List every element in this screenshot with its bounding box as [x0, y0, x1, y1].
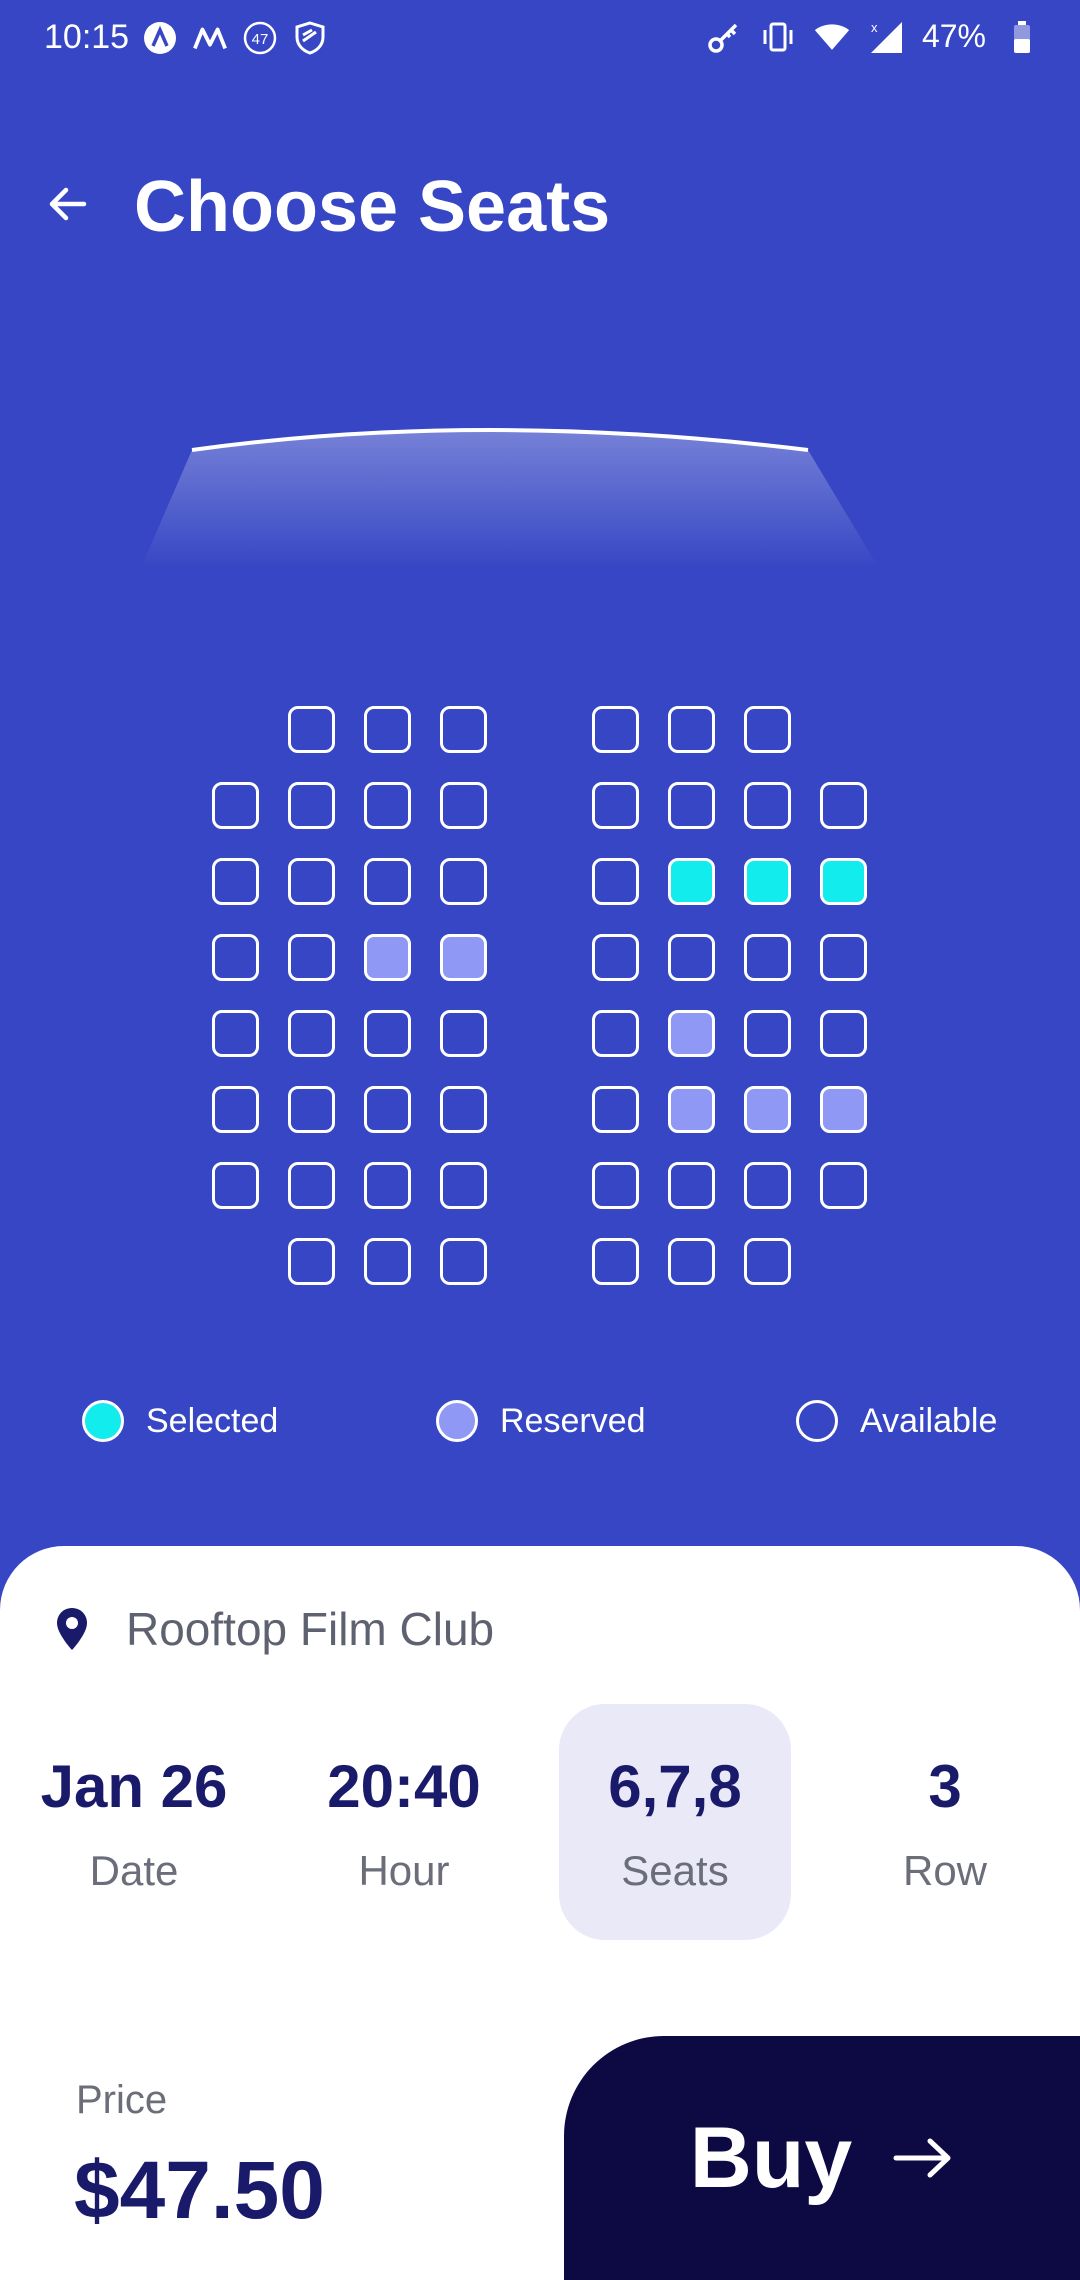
seat-available[interactable]: [212, 1086, 259, 1133]
info-hour-label: Hour: [358, 1847, 450, 1894]
seat-reserved[interactable]: [364, 934, 411, 981]
seat-available[interactable]: [744, 782, 791, 829]
seat-reserved[interactable]: [744, 1086, 791, 1133]
seat-available[interactable]: [364, 1010, 411, 1057]
info-row-label: Row: [902, 1847, 988, 1894]
legend-available: Available: [796, 1400, 997, 1442]
legend-reserved: Reserved: [436, 1400, 646, 1442]
legend-available-dot: [796, 1400, 838, 1442]
legend-available-label: Available: [860, 1401, 998, 1440]
seat-available[interactable]: [668, 782, 715, 829]
booking-summary-sheet: Rooftop Film Club Jan 26 Date 20:40 Hour…: [0, 1546, 1080, 2280]
seat-available[interactable]: [212, 782, 259, 829]
seat-reserved[interactable]: [668, 1086, 715, 1133]
seat-available[interactable]: [364, 782, 411, 829]
seat-available[interactable]: [364, 1238, 411, 1285]
seat-reserved[interactable]: [668, 1010, 715, 1057]
info-date-value: Jan 26: [40, 1753, 228, 1820]
seat-available[interactable]: [288, 706, 335, 753]
seat-available[interactable]: [820, 782, 867, 829]
seat-available[interactable]: [592, 1086, 639, 1133]
seat-available[interactable]: [592, 1162, 639, 1209]
buy-button[interactable]: Buy: [564, 2036, 1080, 2280]
seat-available[interactable]: [288, 1238, 335, 1285]
info-seats[interactable]: 6,7,8 Seats: [559, 1704, 791, 1940]
seat-available[interactable]: [212, 1010, 259, 1057]
info-seats-value: 6,7,8: [608, 1753, 742, 1820]
seat-available[interactable]: [668, 934, 715, 981]
seat-reserved[interactable]: [820, 1086, 867, 1133]
seat-available[interactable]: [440, 706, 487, 753]
map-pin-icon: [57, 1608, 87, 1650]
seat-selected[interactable]: [668, 858, 715, 905]
seat-available[interactable]: [820, 1010, 867, 1057]
seat-available[interactable]: [744, 1162, 791, 1209]
seat-available[interactable]: [288, 782, 335, 829]
seat-available[interactable]: [364, 1086, 411, 1133]
seat-available[interactable]: [668, 1238, 715, 1285]
seat-available[interactable]: [744, 1238, 791, 1285]
seat-available[interactable]: [744, 934, 791, 981]
seat-available[interactable]: [440, 1010, 487, 1057]
info-hour-value: 20:40: [327, 1753, 481, 1820]
seat-selected[interactable]: [744, 858, 791, 905]
legend-selected: Selected: [82, 1400, 278, 1442]
seat-available[interactable]: [212, 934, 259, 981]
seat-available[interactable]: [288, 1086, 335, 1133]
seat-selected[interactable]: [820, 858, 867, 905]
seat-legend: Selected Reserved Available: [0, 1400, 1080, 1450]
legend-reserved-label: Reserved: [500, 1401, 646, 1440]
seat-available[interactable]: [212, 1162, 259, 1209]
info-date[interactable]: Jan 26 Date: [18, 1704, 250, 1940]
seat-available[interactable]: [820, 1162, 867, 1209]
legend-selected-dot: [82, 1400, 124, 1442]
seat-reserved[interactable]: [440, 934, 487, 981]
info-date-label: Date: [89, 1847, 179, 1894]
info-row[interactable]: 3 Row: [829, 1704, 1061, 1940]
seat-available[interactable]: [440, 1086, 487, 1133]
seat-available[interactable]: [592, 858, 639, 905]
booking-info-row: Jan 26 Date 20:40 Hour 6,7,8 Seats 3 Row: [0, 1704, 1080, 1944]
seat-grid: [0, 0, 1080, 1300]
seat-available[interactable]: [288, 858, 335, 905]
seat-available[interactable]: [744, 1010, 791, 1057]
legend-selected-label: Selected: [146, 1401, 279, 1440]
seat-available[interactable]: [288, 1162, 335, 1209]
buy-button-label: Buy: [689, 2109, 853, 2206]
choose-seats-screen: 10:15 47 x 47% Choose Seats Selected Res…: [0, 0, 1080, 2280]
seat-available[interactable]: [440, 858, 487, 905]
seat-available[interactable]: [440, 782, 487, 829]
seat-available[interactable]: [364, 706, 411, 753]
seat-available[interactable]: [592, 1010, 639, 1057]
seat-available[interactable]: [288, 1010, 335, 1057]
info-hour[interactable]: 20:40 Hour: [288, 1704, 520, 1940]
seat-available[interactable]: [288, 934, 335, 981]
seat-available[interactable]: [212, 858, 259, 905]
price-value: $47.50: [74, 2145, 325, 2236]
arrow-right-icon: [893, 2138, 951, 2178]
venue[interactable]: Rooftop Film Club: [54, 1602, 494, 1656]
seat-available[interactable]: [744, 706, 791, 753]
venue-name: Rooftop Film Club: [126, 1603, 495, 1655]
seat-available[interactable]: [592, 1238, 639, 1285]
info-seats-label: Seats: [621, 1847, 729, 1894]
seat-available[interactable]: [364, 858, 411, 905]
seat-available[interactable]: [820, 934, 867, 981]
seat-available[interactable]: [668, 706, 715, 753]
seat-available[interactable]: [440, 1162, 487, 1209]
seat-available[interactable]: [440, 1238, 487, 1285]
info-row-value: 3: [928, 1753, 962, 1820]
price-label: Price: [76, 2078, 168, 2122]
seat-available[interactable]: [592, 782, 639, 829]
seat-available[interactable]: [592, 934, 639, 981]
seat-available[interactable]: [668, 1162, 715, 1209]
seat-available[interactable]: [592, 706, 639, 753]
legend-reserved-dot: [436, 1400, 478, 1442]
seat-available[interactable]: [364, 1162, 411, 1209]
